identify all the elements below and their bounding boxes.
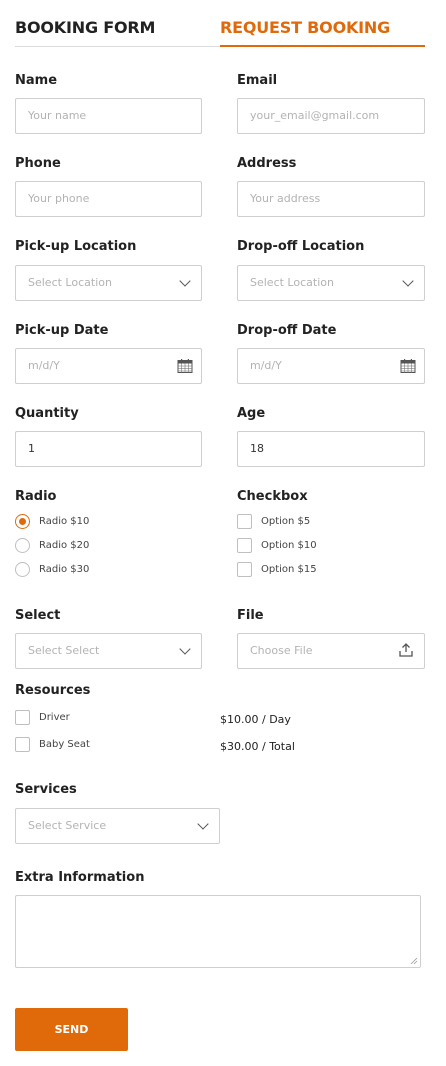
age-label: Age: [237, 406, 266, 421]
resize-handle-icon[interactable]: [410, 957, 418, 965]
phone-placeholder: Your phone: [28, 192, 90, 205]
checkbox-option-label: Option $5: [261, 516, 311, 527]
tab-bar: BOOKING FORM REQUEST BOOKING: [15, 0, 425, 47]
resource-driver[interactable]: Driver: [15, 710, 70, 725]
pickup-location-label: Pick-up Location: [15, 239, 137, 254]
select-dropdown[interactable]: Select Select: [15, 633, 202, 669]
address-placeholder: Your address: [250, 192, 321, 205]
resource-name: Driver: [39, 712, 70, 723]
quantity-label: Quantity: [15, 406, 79, 421]
radio-option-30[interactable]: Radio $30: [15, 562, 89, 577]
quantity-field[interactable]: 1: [15, 431, 202, 467]
checkbox[interactable]: [15, 710, 30, 725]
select-label: Select: [15, 608, 61, 623]
phone-field[interactable]: Your phone: [15, 181, 202, 217]
dropoff-date-field[interactable]: m/d/Y: [237, 348, 425, 384]
checkbox[interactable]: [237, 538, 252, 553]
radio-label: Radio: [15, 489, 57, 504]
radio-option-20[interactable]: Radio $20: [15, 538, 89, 553]
dropoff-date-label: Drop-off Date: [237, 323, 337, 338]
checkbox-option-5[interactable]: Option $5: [237, 514, 310, 529]
checkbox-option-15[interactable]: Option $15: [237, 562, 317, 577]
upload-icon[interactable]: [398, 642, 414, 658]
radio-button[interactable]: [15, 538, 30, 553]
email-label: Email: [237, 73, 278, 88]
dropoff-location-select[interactable]: Select Location: [237, 265, 425, 301]
radio-option-10[interactable]: Radio $10: [15, 514, 89, 529]
services-label: Services: [15, 782, 77, 797]
address-label: Address: [237, 156, 297, 171]
resource-price: $30.00 / Total: [220, 740, 295, 753]
resource-name: Baby Seat: [39, 739, 90, 750]
dropoff-location-placeholder: Select Location: [250, 276, 334, 289]
file-input[interactable]: Choose File: [237, 633, 425, 669]
pickup-date-field[interactable]: m/d/Y: [15, 348, 202, 384]
file-placeholder: Choose File: [250, 644, 313, 657]
radio-option-label: Radio $10: [39, 516, 90, 527]
phone-label: Phone: [15, 156, 61, 171]
name-field[interactable]: Your name: [15, 98, 202, 134]
checkbox-label: Checkbox: [237, 489, 308, 504]
checkbox[interactable]: [15, 737, 30, 752]
send-button[interactable]: SEND: [15, 1008, 128, 1051]
calendar-icon[interactable]: [400, 358, 416, 374]
select-placeholder: Select Select: [28, 644, 100, 657]
chevron-down-icon: [197, 818, 209, 830]
services-placeholder: Select Service: [28, 819, 107, 832]
name-label: Name: [15, 73, 58, 88]
services-select[interactable]: Select Service: [15, 808, 220, 844]
chevron-down-icon: [179, 643, 191, 655]
checkbox-option-10[interactable]: Option $10: [237, 538, 317, 553]
checkbox-option-label: Option $10: [261, 540, 317, 551]
name-placeholder: Your name: [28, 109, 87, 122]
tab-request-booking[interactable]: REQUEST BOOKING: [220, 18, 425, 47]
tab-booking-form[interactable]: BOOKING FORM: [15, 18, 155, 37]
calendar-icon[interactable]: [177, 358, 193, 374]
file-label: File: [237, 608, 264, 623]
pickup-location-placeholder: Select Location: [28, 276, 112, 289]
chevron-down-icon: [179, 275, 191, 287]
radio-button-selected[interactable]: [15, 514, 30, 529]
resources-label: Resources: [15, 683, 91, 698]
dropoff-date-placeholder: m/d/Y: [250, 359, 282, 372]
age-field[interactable]: 18: [237, 431, 425, 467]
chevron-down-icon: [402, 275, 414, 287]
resource-baby-seat[interactable]: Baby Seat: [15, 737, 90, 752]
radio-option-label: Radio $30: [39, 564, 90, 575]
checkbox-option-label: Option $15: [261, 564, 317, 575]
radio-option-label: Radio $20: [39, 540, 90, 551]
pickup-location-select[interactable]: Select Location: [15, 265, 202, 301]
quantity-value: 1: [28, 442, 35, 455]
extra-information-textarea[interactable]: [15, 895, 421, 968]
email-placeholder: your_email@gmail.com: [250, 109, 380, 122]
extra-information-label: Extra Information: [15, 870, 145, 885]
pickup-date-placeholder: m/d/Y: [28, 359, 60, 372]
address-field[interactable]: Your address: [237, 181, 425, 217]
pickup-date-label: Pick-up Date: [15, 323, 109, 338]
radio-button[interactable]: [15, 562, 30, 577]
resource-price: $10.00 / Day: [220, 713, 291, 726]
email-field[interactable]: your_email@gmail.com: [237, 98, 425, 134]
dropoff-location-label: Drop-off Location: [237, 239, 365, 254]
checkbox[interactable]: [237, 514, 252, 529]
checkbox[interactable]: [237, 562, 252, 577]
age-value: 18: [250, 442, 264, 455]
